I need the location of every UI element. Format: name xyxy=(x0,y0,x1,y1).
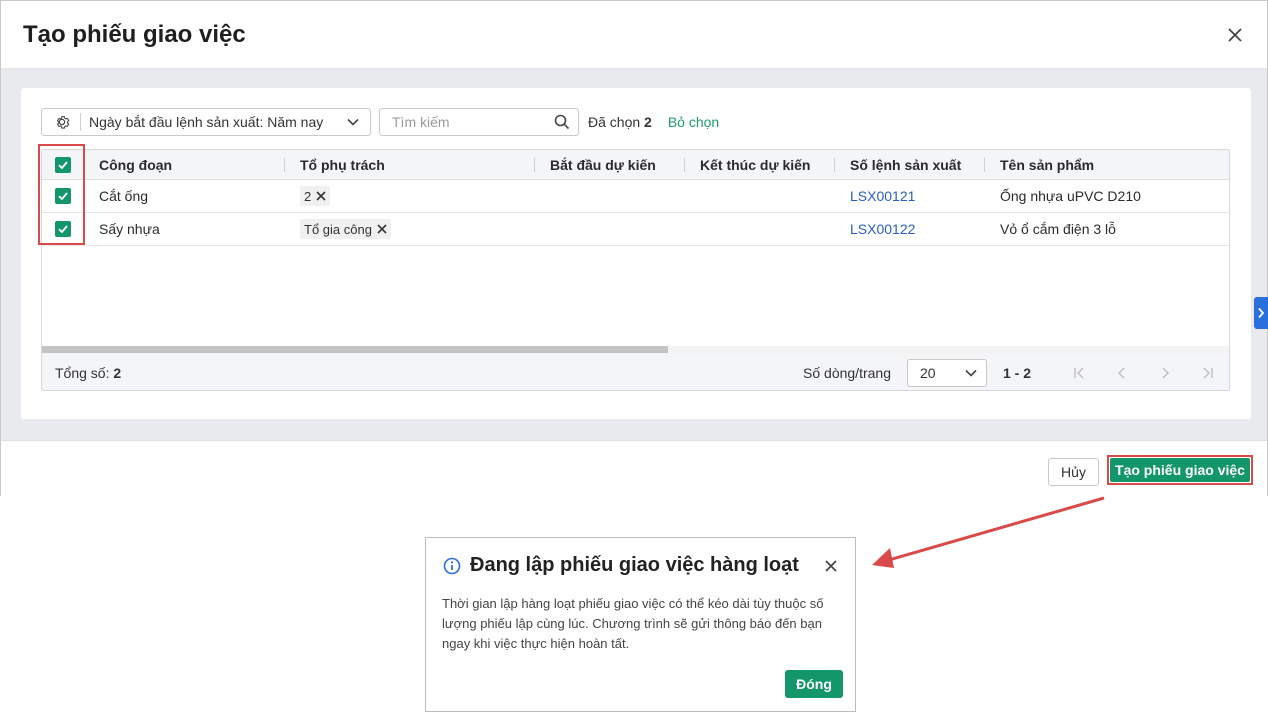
remove-tag-icon[interactable] xyxy=(377,224,387,234)
notification-close-button[interactable] xyxy=(821,556,841,576)
content-card: Ngày bắt đầu lệnh sản xuất: Năm nay Đã c… xyxy=(21,88,1251,419)
total-label: Tổng số: xyxy=(55,364,110,381)
column-header-start[interactable]: Bắt đầu dự kiến xyxy=(534,150,684,179)
close-icon xyxy=(825,560,837,572)
column-header-end[interactable]: Kết thúc dự kiến xyxy=(684,150,834,179)
selected-prefix: Đã chọn xyxy=(588,114,641,130)
cell-product: Vỏ ổ cắm điện 3 lỗ xyxy=(1000,221,1116,237)
pagination: Số dòng/trang 20 1 - 2 xyxy=(803,354,1229,390)
cell-start xyxy=(534,213,684,245)
team-tag-label: Tổ gia công xyxy=(304,221,372,237)
table-row[interactable]: Sấy nhựa Tổ gia công LSX00122 Vỏ ổ cắm đ… xyxy=(42,213,1229,246)
deselect-link[interactable]: Bỏ chọn xyxy=(668,114,719,130)
next-page-button[interactable] xyxy=(1143,359,1186,387)
last-page-icon xyxy=(1203,367,1213,378)
column-header-product[interactable]: Tên sản phẩm xyxy=(984,150,1229,179)
search-icon[interactable] xyxy=(554,114,570,130)
scrollbar-thumb[interactable] xyxy=(42,346,668,353)
notification-title: Đang lập phiếu giao việc hàng loạt xyxy=(470,554,799,576)
modal-header: Tạo phiếu giao việc xyxy=(1,1,1267,69)
column-header-team[interactable]: Tổ phụ trách xyxy=(284,150,534,179)
date-filter-dropdown[interactable]: Ngày bắt đầu lệnh sản xuất: Năm nay xyxy=(41,108,371,136)
team-tag: 2 xyxy=(300,186,331,206)
prev-page-button[interactable] xyxy=(1100,359,1143,387)
team-tag: Tổ gia công xyxy=(300,219,391,239)
gear-icon[interactable] xyxy=(52,112,72,132)
side-panel-toggle[interactable] xyxy=(1254,297,1268,329)
rows-per-page-label: Số dòng/trang xyxy=(803,364,891,381)
selected-count: Đã chọn 2 xyxy=(588,114,652,130)
column-header-step[interactable]: Công đoạn xyxy=(84,150,284,179)
remove-tag-icon[interactable] xyxy=(316,191,326,201)
page: Tạo phiếu giao việc Ngày bắt đầu lệnh sả… xyxy=(0,0,1268,723)
cell-end xyxy=(684,180,834,212)
selected-count-value: 2 xyxy=(644,114,652,130)
cell-team: 2 xyxy=(284,180,534,212)
page-size-select[interactable]: 20 xyxy=(906,358,987,387)
close-notification-button[interactable]: Đóng xyxy=(785,670,843,698)
page-range: 1 - 2 xyxy=(1002,364,1031,381)
table-header: Công đoạn Tổ phụ trách Bắt đầu dự kiến K… xyxy=(42,150,1229,180)
column-header-order[interactable]: Số lệnh sản xuất xyxy=(834,150,984,179)
first-page-icon xyxy=(1073,367,1083,378)
create-task-button[interactable]: Tạo phiếu giao việc xyxy=(1110,458,1250,482)
checkbox-column-highlight xyxy=(38,144,85,245)
chevron-right-icon xyxy=(1258,307,1265,319)
search-box[interactable] xyxy=(379,108,579,136)
notification-message: Thời gian lập hàng loạt phiếu giao việc … xyxy=(442,596,824,651)
cell-end xyxy=(684,213,834,245)
create-task-modal: Tạo phiếu giao việc Ngày bắt đầu lệnh sả… xyxy=(0,0,1268,496)
toolbar: Ngày bắt đầu lệnh sản xuất: Năm nay Đã c… xyxy=(41,108,719,136)
total-value: 2 xyxy=(113,364,122,381)
modal-close-button[interactable] xyxy=(1221,21,1249,49)
modal-title: Tạo phiếu giao việc xyxy=(23,20,246,48)
task-table: Công đoạn Tổ phụ trách Bắt đầu dự kiến K… xyxy=(41,149,1230,391)
chevron-down-icon xyxy=(965,369,977,377)
close-icon xyxy=(1228,28,1242,42)
chevron-left-icon xyxy=(1117,367,1124,378)
search-input[interactable] xyxy=(392,114,554,130)
cell-step: Sấy nhựa xyxy=(99,221,160,237)
horizontal-scrollbar[interactable] xyxy=(42,346,1229,354)
cell-start xyxy=(534,180,684,212)
cell-step: Cắt ống xyxy=(99,188,149,204)
team-tag-label: 2 xyxy=(304,188,312,204)
info-icon xyxy=(443,557,461,574)
total-count: Tổng số: 2 xyxy=(55,365,121,381)
modal-footer: Hủy Tạo phiếu giao việc xyxy=(1,440,1267,496)
date-filter-label: Ngày bắt đầu lệnh sản xuất: Năm nay xyxy=(89,114,324,130)
page-size-value: 20 xyxy=(919,364,936,381)
first-page-button[interactable] xyxy=(1057,359,1100,387)
order-link[interactable]: LSX00121 xyxy=(834,180,984,212)
chevron-right-icon xyxy=(1162,367,1169,378)
last-page-button[interactable] xyxy=(1186,359,1229,387)
cell-team: Tổ gia công xyxy=(284,213,534,245)
batch-notification: Đang lập phiếu giao việc hàng loạt Thời … xyxy=(425,537,856,712)
cell-product: Ống nhựa uPVC D210 xyxy=(1000,188,1141,204)
table-row[interactable]: Cắt ống 2 LSX00121 Ống nhựa uPVC D210 xyxy=(42,180,1229,213)
notification-header: Đang lập phiếu giao việc hàng loạt xyxy=(443,554,799,577)
table-footer: Tổng số: 2 Số dòng/trang 20 1 - 2 xyxy=(42,354,1229,390)
modal-body: Ngày bắt đầu lệnh sản xuất: Năm nay Đã c… xyxy=(1,69,1267,440)
order-link[interactable]: LSX00122 xyxy=(834,213,984,245)
cancel-button[interactable]: Hủy xyxy=(1048,458,1099,486)
chevron-down-icon xyxy=(347,118,359,126)
annotation-arrow xyxy=(872,496,1105,568)
divider xyxy=(80,113,81,131)
